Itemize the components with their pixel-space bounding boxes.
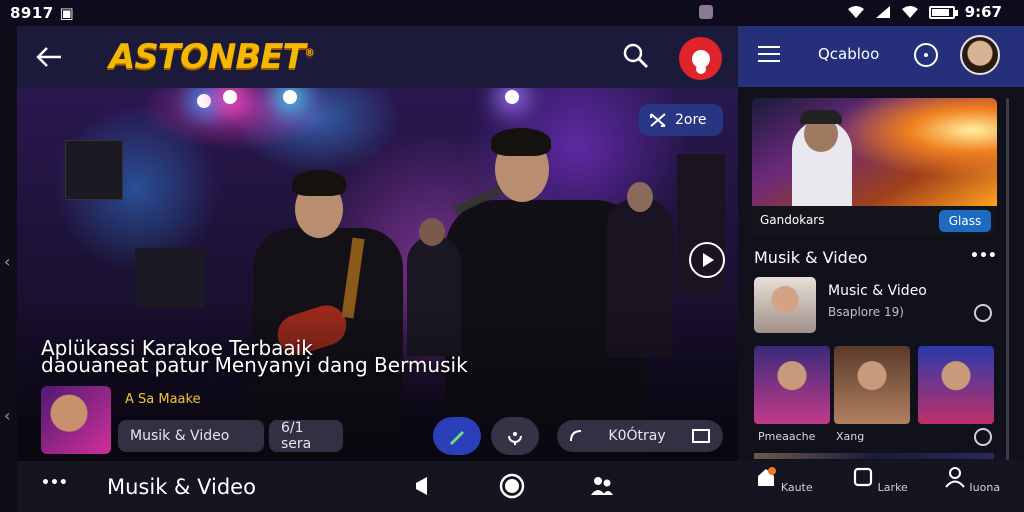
right-header: Qcabloo xyxy=(738,26,1024,87)
battery-icon xyxy=(928,5,958,19)
grid-thumbnail[interactable] xyxy=(834,346,910,424)
hero-tag-button[interactable]: 2ore xyxy=(639,104,723,136)
mic-icon xyxy=(508,432,522,445)
section-title: Musik & Video xyxy=(754,248,868,267)
brand-logo-text: ASTONBET xyxy=(109,37,306,77)
brush-icon xyxy=(450,431,464,445)
brand-logo-mark: ® xyxy=(304,47,315,59)
next-row-peek xyxy=(754,453,994,459)
nav-item-home[interactable]: Kaute xyxy=(754,466,814,494)
feature-label: Gandokars xyxy=(760,213,825,227)
chat-icon[interactable] xyxy=(914,43,938,67)
stage-light xyxy=(283,90,297,104)
signal-icon xyxy=(875,6,890,18)
screen-icon xyxy=(692,429,710,443)
list-item-subtitle: Bsaplore 19) xyxy=(828,305,904,319)
nav-label: Larke xyxy=(877,481,908,494)
status-left-text: 8917 ▣ xyxy=(10,4,75,22)
artist-name: A Sa Maake xyxy=(125,392,201,407)
chevron-left-icon[interactable]: ‹ xyxy=(4,406,10,425)
status-time: 9:67 xyxy=(964,3,1002,21)
hero-banner[interactable]: 2ore Aplükassi Karakoe Terbaaik daouanea… xyxy=(17,88,738,461)
grid-label: Pmeaache xyxy=(758,430,816,443)
brand-logo: ASTONBET® xyxy=(109,37,315,77)
nav-label: Kaute xyxy=(780,481,813,494)
nav-label: Iuona xyxy=(969,481,1001,494)
category-pill-music[interactable]: Musik & Video xyxy=(118,420,264,452)
nav-item-profile[interactable]: Iuona xyxy=(942,466,1002,494)
mic-button[interactable] xyxy=(491,417,539,455)
play-icon[interactable] xyxy=(689,242,725,278)
scrollbar[interactable] xyxy=(1006,98,1009,470)
feature-caption: Gandokars Glass xyxy=(752,206,997,236)
right-bottom-nav: Kaute Larke Iuona xyxy=(738,460,1024,512)
record-icon[interactable] xyxy=(499,473,525,499)
bottom-bar: ••• Musik & Video xyxy=(17,461,738,512)
shuffle-icon xyxy=(650,113,666,127)
singer-right-hair xyxy=(491,128,551,156)
list-item-option-icon[interactable] xyxy=(974,304,992,322)
stage-light xyxy=(505,90,519,104)
grid-thumbnail[interactable] xyxy=(754,346,830,424)
status-right: 9:67 xyxy=(847,3,1002,21)
amplifier xyxy=(65,140,123,200)
profile-avatar[interactable] xyxy=(960,35,1000,75)
feature-cap xyxy=(800,110,842,124)
grid-option-icon[interactable] xyxy=(974,428,992,446)
duration-pill[interactable]: 6/1 sera xyxy=(269,420,343,452)
more-dots-icon[interactable]: ••• xyxy=(41,475,68,491)
nav-item-library[interactable]: Larke xyxy=(850,466,910,494)
grid-thumbnail[interactable] xyxy=(918,346,994,424)
hero-subtitle: daouaneat patur Menyanyi dang Bermusik xyxy=(41,353,468,377)
arc-icon xyxy=(570,430,582,442)
app-bar: ASTONBET® xyxy=(17,26,738,88)
feature-card[interactable]: Gandokars Glass xyxy=(752,98,997,236)
queue-label: K0Ótray xyxy=(608,428,666,444)
user-avatar[interactable] xyxy=(679,37,722,80)
profile-icon xyxy=(945,467,965,488)
megaphone-icon[interactable] xyxy=(413,473,439,499)
bottom-bar-title: Musik & Video xyxy=(107,475,256,499)
band-member-face xyxy=(627,182,653,212)
square-icon xyxy=(854,467,873,487)
stage-light xyxy=(197,94,211,108)
right-pane: Qcabloo Gandokars Glass Musik & Video ••… xyxy=(738,26,1024,512)
back-arrow-icon[interactable] xyxy=(33,41,65,73)
stage-light xyxy=(223,90,237,104)
section-more-icon[interactable]: ••• xyxy=(970,248,997,264)
brush-button[interactable] xyxy=(433,417,481,455)
list-item-thumbnail[interactable] xyxy=(754,277,816,333)
feature-image xyxy=(752,98,997,206)
grid-label: Xang xyxy=(836,430,865,443)
search-icon[interactable] xyxy=(621,41,651,71)
artist-thumbnail[interactable] xyxy=(41,386,111,454)
left-edge: ‹ ‹ xyxy=(0,26,17,512)
band-member-face xyxy=(419,218,445,246)
list-item-title[interactable]: Music & Video xyxy=(828,283,927,299)
hero-tag-label: 2ore xyxy=(675,112,707,128)
wifi-icon xyxy=(847,6,864,18)
feature-button[interactable]: Glass xyxy=(939,210,991,232)
singer-left-hair xyxy=(292,170,346,196)
home-icon xyxy=(758,467,777,486)
notification-icon xyxy=(699,5,713,19)
people-icon[interactable] xyxy=(589,473,615,499)
menu-icon[interactable] xyxy=(758,46,780,64)
queue-pill[interactable]: K0Ótray xyxy=(557,420,723,452)
right-header-title: Qcabloo xyxy=(818,45,880,63)
speaker-cabinet xyxy=(135,248,205,308)
wifi-alt-icon xyxy=(901,6,918,18)
chevron-left-icon[interactable]: ‹ xyxy=(4,252,10,271)
status-bar: 8917 ▣ 9:67 xyxy=(0,0,1024,26)
